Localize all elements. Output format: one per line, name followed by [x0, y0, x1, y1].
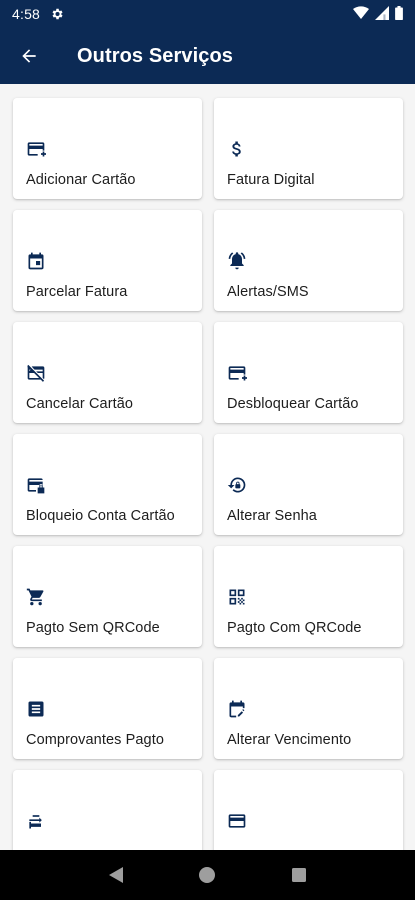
- service-label: Alterar Senha: [227, 508, 317, 524]
- calendar-icon: [25, 250, 47, 272]
- service-label: Cancelar Cartão: [26, 396, 134, 412]
- service-card-cancelar-cartao[interactable]: Cancelar Cartão: [13, 322, 202, 423]
- services-grid: Adicionar Cartão Fatura Digital Parcelar…: [0, 84, 415, 850]
- credit-card-off-icon: [25, 362, 47, 384]
- service-label: Bloqueio Conta Cartão: [26, 508, 175, 524]
- service-card-bloqueio-conta-cartao[interactable]: Bloqueio Conta Cartão: [13, 434, 202, 535]
- home-circle-icon[interactable]: [187, 855, 227, 895]
- battery-icon: [395, 5, 403, 23]
- recents-square-icon[interactable]: [279, 855, 319, 895]
- service-label: Comprovantes Pagto: [26, 732, 165, 748]
- status-bar: 4:58: [0, 0, 415, 28]
- service-label: Adicionar Cartão: [26, 172, 136, 188]
- service-card-pagto-com-qrcode[interactable]: Pagto Com QRCode: [214, 546, 403, 647]
- system-nav-bar: [0, 850, 415, 900]
- service-card-adicionar-cartao[interactable]: Adicionar Cartão: [13, 98, 202, 199]
- calendar-edit-icon: [226, 698, 248, 720]
- gear-icon: [50, 7, 64, 21]
- service-label: Alertas/SMS: [227, 284, 309, 300]
- service-card-alterar-senha[interactable]: Alterar Senha: [214, 434, 403, 535]
- arrow-back-icon[interactable]: [1, 28, 57, 84]
- service-label: Alterar Vencimento: [227, 732, 352, 748]
- service-label: Fatura Digital: [227, 172, 315, 188]
- credit-card-add-icon: [226, 362, 248, 384]
- credit-card-add-icon: [25, 138, 47, 160]
- service-card-parcelar-fatura[interactable]: Parcelar Fatura: [13, 210, 202, 311]
- signal-icon: [375, 5, 389, 23]
- wifi-icon: [353, 5, 369, 23]
- service-label: Pagto Com QRCode: [227, 620, 362, 636]
- service-card-pagto-sem-qrcode[interactable]: Pagto Sem QRCode: [13, 546, 202, 647]
- service-label: Parcelar Fatura: [26, 284, 128, 300]
- app-bar: Outros Serviços: [0, 28, 415, 84]
- service-card-alertas-sms[interactable]: Alertas/SMS: [214, 210, 403, 311]
- service-card-fatura-digital[interactable]: Fatura Digital: [214, 98, 403, 199]
- receipt-icon: [25, 698, 47, 720]
- dollar-icon: [226, 138, 248, 160]
- services-list[interactable]: Adicionar Cartão Fatura Digital Parcelar…: [0, 84, 415, 850]
- service-card-partial-left[interactable]: [13, 770, 202, 850]
- status-time: 4:58: [12, 6, 41, 22]
- cart-icon: [25, 586, 47, 608]
- service-card-comprovantes-pagto[interactable]: Comprovantes Pagto: [13, 658, 202, 759]
- service-label: Pagto Sem QRCode: [26, 620, 160, 636]
- transfer-icon: [25, 810, 47, 832]
- status-icons: [353, 5, 403, 23]
- qrcode-icon: [226, 586, 248, 608]
- service-card-alterar-vencimento[interactable]: Alterar Vencimento: [214, 658, 403, 759]
- service-card-desbloquear-cartao[interactable]: Desbloquear Cartão: [214, 322, 403, 423]
- back-triangle-icon[interactable]: [96, 855, 136, 895]
- bell-ringing-icon: [226, 250, 248, 272]
- service-label: Desbloquear Cartão: [227, 396, 359, 412]
- credit-card-icon: [226, 810, 248, 832]
- credit-card-lock-icon: [25, 474, 47, 496]
- lock-reset-icon: [226, 474, 248, 496]
- service-card-partial-right[interactable]: [214, 770, 403, 850]
- page-title: Outros Serviços: [77, 44, 234, 67]
